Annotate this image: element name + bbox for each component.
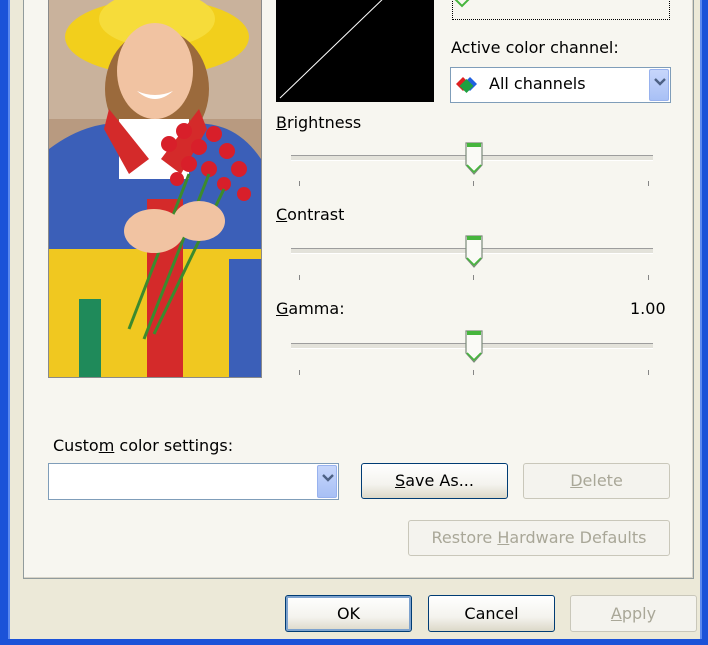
apply-button[interactable]: Apply [570,595,697,632]
custom-settings-label: Custom color settings: [53,436,234,455]
window-border-bottom [0,639,708,645]
slider-tick [299,370,300,375]
brightness-label: Brightness [276,113,362,132]
color-channel-label: Active color channel: [451,38,619,57]
focused-control[interactable] [452,0,670,20]
window-border-right [700,0,708,645]
color-channel-select[interactable]: All channels [450,67,671,103]
custom-settings-select[interactable] [48,463,339,500]
preview-image [48,0,262,378]
slider-tick [299,181,300,186]
slider-tick [648,181,649,186]
slider-tick [648,370,649,375]
color-channel-dropdown-button[interactable] [649,69,669,101]
gamma-slider-thumb[interactable] [464,329,484,363]
color-channel-value: All channels [489,74,586,93]
chevron-down-icon [454,0,470,8]
save-as-button[interactable]: Save As... [361,463,508,499]
slider-tick [473,181,474,186]
slider-tick [473,370,474,375]
chevron-down-icon [654,78,666,86]
brightness-slider-thumb[interactable] [464,141,484,175]
chevron-down-icon [322,474,334,482]
contrast-slider-thumb[interactable] [464,234,484,268]
slider-tick [299,275,300,280]
gamma-value: 1.00 [630,299,666,318]
custom-settings-dropdown-button[interactable] [317,465,337,498]
contrast-label: Contrast [276,205,345,224]
gamma-label: Gamma: [276,299,345,318]
restore-defaults-button[interactable]: Restore Hardware Defaults [408,520,670,556]
cancel-button[interactable]: Cancel [428,595,555,632]
delete-button[interactable]: Delete [523,463,670,499]
rgb-color-channels-icon [456,77,477,93]
window-border-left [0,0,10,645]
slider-tick [648,275,649,280]
ok-button[interactable]: OK [285,595,412,632]
color-curve-preview [276,0,434,102]
slider-tick [473,275,474,280]
